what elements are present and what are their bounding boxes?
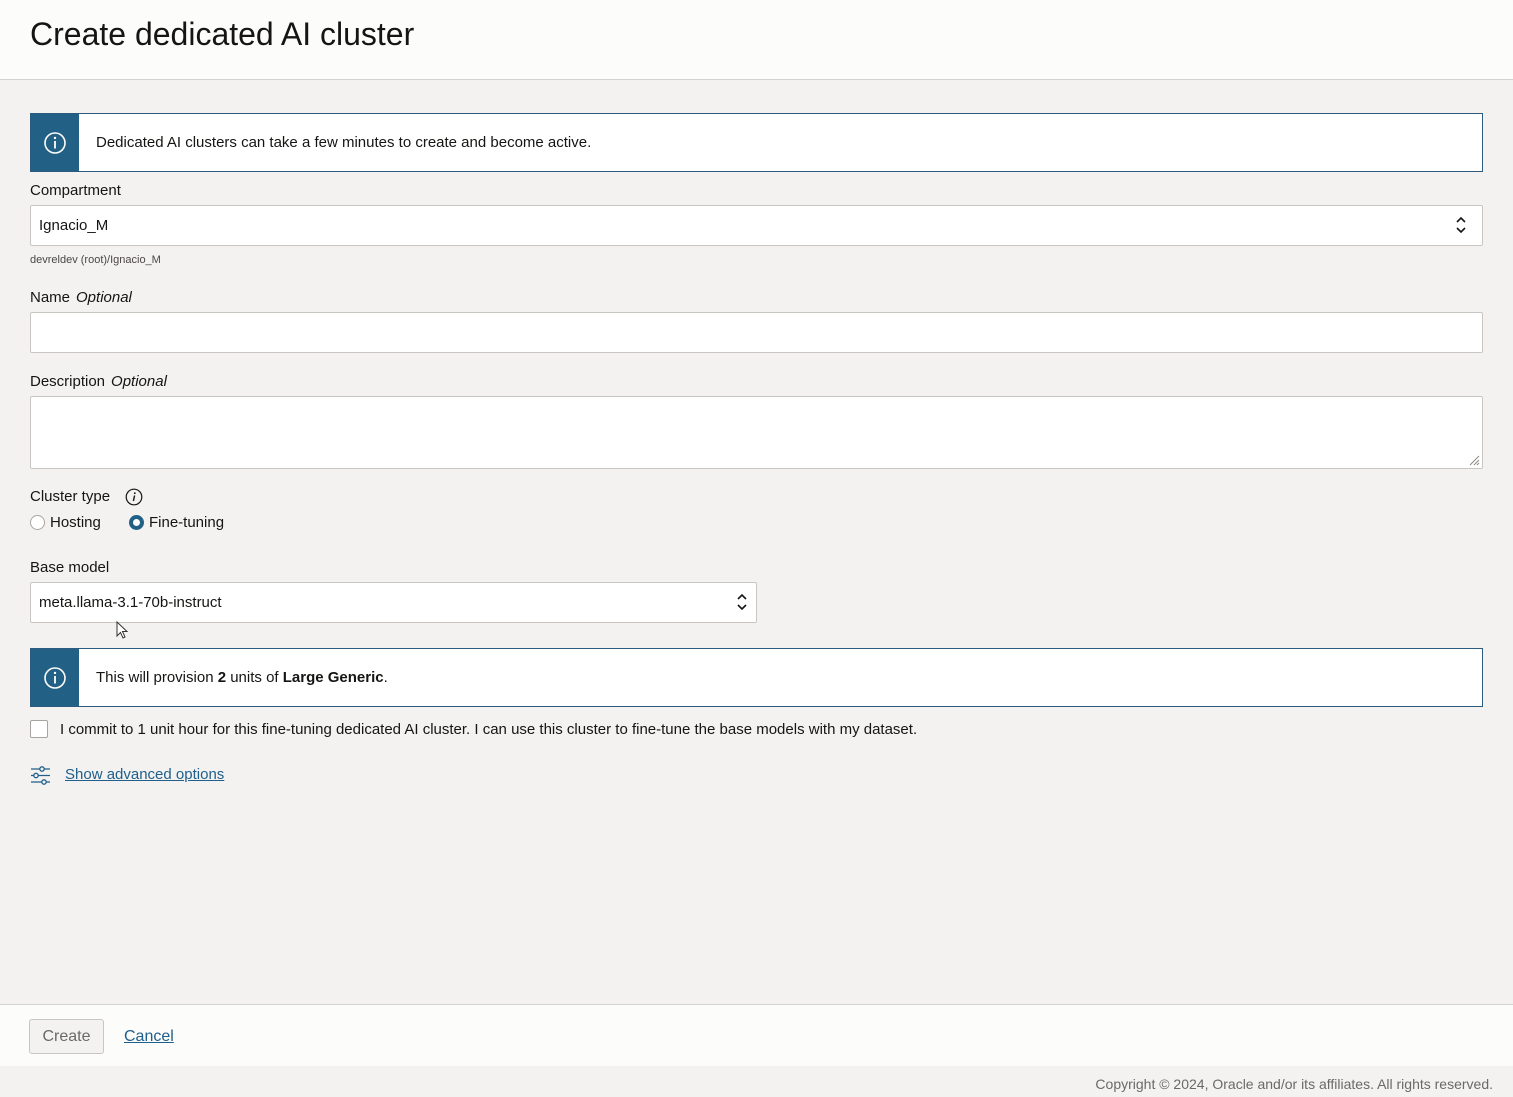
footer-bar: Create Cancel [0,1004,1513,1066]
provision-banner: This will provision 2 units of Large Gen… [30,648,1483,707]
info-banner: Dedicated AI clusters can take a few min… [30,113,1483,172]
provision-banner-text: This will provision 2 units of Large Gen… [96,669,388,686]
info-icon [31,649,79,706]
resize-handle-icon[interactable] [1468,454,1480,466]
description-textarea[interactable] [30,396,1483,469]
provision-middle: units of [226,669,283,686]
page-title: Create dedicated AI cluster [30,16,415,52]
mouse-cursor-icon [116,621,129,639]
commit-checkbox[interactable] [30,720,48,738]
sliders-icon [31,766,50,785]
description-label-text: Description [30,373,106,390]
cluster-type-label: Cluster type [30,488,143,506]
cluster-type-label-text: Cluster type [30,488,111,505]
provision-shape: Large Generic [282,669,384,686]
name-label-text: Name [30,289,71,306]
description-optional-tag: Optional [111,373,167,390]
base-model-value: meta.llama-3.1-70b-instruct [39,594,222,611]
chevron-updown-icon [1456,216,1466,234]
name-input[interactable] [30,312,1483,353]
compartment-label: Compartment [30,182,121,199]
radio-hosting[interactable] [30,515,45,530]
cancel-link[interactable]: Cancel [124,1028,174,1046]
copyright-text: Copyright © 2024, Oracle and/or its affi… [1095,1076,1493,1092]
compartment-value: Ignacio_M [39,217,109,234]
radio-fine-tuning[interactable] [129,515,144,530]
provision-units: 2 [217,669,227,686]
description-label: Description Optional [30,373,167,390]
compartment-path-hint: devreldev (root)/Ignacio_M [30,254,161,266]
info-icon[interactable] [125,488,143,506]
chevron-updown-icon [737,593,747,611]
page-header: Create dedicated AI cluster [0,0,1513,80]
commit-checkbox-label[interactable]: I commit to 1 unit hour for this fine-tu… [60,721,917,738]
compartment-select[interactable]: Ignacio_M [30,205,1483,246]
name-optional-tag: Optional [76,289,132,306]
show-advanced-options-link[interactable]: Show advanced options [65,766,224,783]
create-button[interactable]: Create [29,1019,104,1054]
radio-fine-tuning-label[interactable]: Fine-tuning [149,514,224,531]
provision-prefix: This will provision [96,669,218,686]
name-label: Name Optional [30,289,132,306]
base-model-select[interactable]: meta.llama-3.1-70b-instruct [30,582,757,623]
radio-hosting-label[interactable]: Hosting [50,514,101,531]
info-icon [31,114,79,171]
provision-suffix: . [383,669,388,686]
base-model-label: Base model [30,559,110,576]
info-banner-text: Dedicated AI clusters can take a few min… [96,134,592,151]
